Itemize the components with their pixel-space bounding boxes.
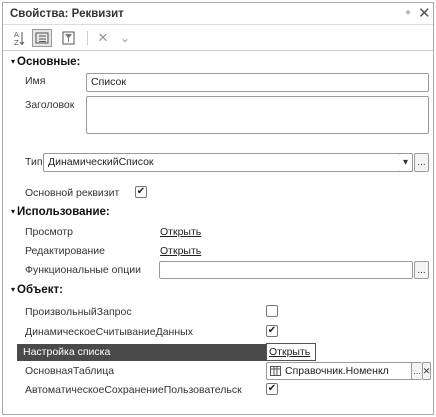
autosave-label: АвтоматическоеСохранениеПользовательск xyxy=(25,384,242,396)
pin-icon[interactable]: ● xyxy=(405,7,411,18)
group-by-category-button[interactable] xyxy=(32,29,52,47)
edit-open-link[interactable]: Открыть xyxy=(160,245,201,257)
collapse-arrow-icon: ▾ xyxy=(11,285,16,294)
custom-query-checkbox[interactable] xyxy=(266,305,278,317)
section-object-title: Объект: xyxy=(17,284,63,296)
type-value: ДинамическийСписок xyxy=(48,156,154,168)
view-label: Просмотр xyxy=(25,226,73,238)
type-select[interactable]: ДинамическийСписок xyxy=(43,153,413,172)
collapse-arrow-icon: ▾ xyxy=(11,57,16,66)
main-table-input[interactable]: Справочник.Номенкл xyxy=(266,362,413,380)
filter-button[interactable] xyxy=(59,29,79,47)
type-dropdown-button[interactable]: ▾ xyxy=(399,153,413,172)
clear-button[interactable]: ✕ xyxy=(93,29,113,47)
list-settings-row[interactable]: Настройка списка xyxy=(17,344,266,361)
list-settings-open-link[interactable]: Открыть xyxy=(266,343,316,361)
close-window-button[interactable]: ✕ xyxy=(418,4,431,22)
functional-options-label: Функциональные опции xyxy=(25,264,141,276)
filter-icon xyxy=(62,31,75,45)
name-label: Имя xyxy=(25,75,46,87)
toolbar-separator xyxy=(87,31,88,45)
custom-query-label: ПроизвольныйЗапрос xyxy=(25,306,132,318)
main-table-choose-button[interactable]: ... xyxy=(411,362,422,380)
type-choose-button[interactable]: ... xyxy=(414,153,429,172)
main-attribute-checkbox[interactable]: ✔ xyxy=(135,186,147,198)
section-main-header[interactable]: ▾ Основные: xyxy=(11,56,80,68)
collapse-arrow-icon: ▾ xyxy=(11,207,16,216)
main-table-label: ОсновнаяТаблица xyxy=(25,365,115,377)
dynamic-read-checkbox[interactable]: ✔ xyxy=(266,325,278,337)
svg-text:Z: Z xyxy=(14,39,19,46)
toolbar: А Z ✕ ⌄ xyxy=(3,25,433,51)
categories-icon xyxy=(35,32,49,44)
section-usage-title: Использование: xyxy=(17,206,110,218)
dynamic-read-label: ДинамическоеСчитываниеДанных xyxy=(25,326,193,338)
list-settings-label: Настройка списка xyxy=(23,346,111,358)
main-table-clear-button[interactable]: ✕ xyxy=(422,362,431,380)
edit-label: Редактирование xyxy=(25,245,105,257)
title-bar: Свойства: Реквизит ● ✕ xyxy=(3,3,433,25)
name-input[interactable]: Список xyxy=(86,73,429,92)
functional-options-choose-button[interactable]: ... xyxy=(414,261,429,279)
table-icon xyxy=(270,366,281,376)
main-table-value: Справочник.Номенкл xyxy=(285,365,389,377)
main-attribute-label: Основной реквизит xyxy=(25,187,120,199)
type-label: Тип xyxy=(25,156,43,168)
window-title: Свойства: Реквизит xyxy=(10,8,124,20)
more-button[interactable]: ⌄ xyxy=(115,29,135,47)
sort-az-icon: А Z xyxy=(14,31,25,46)
caption-label: Заголовок xyxy=(25,99,75,111)
svg-text:А: А xyxy=(14,31,19,39)
autosave-checkbox[interactable]: ✔ xyxy=(266,383,278,395)
caption-input[interactable] xyxy=(86,96,429,134)
view-open-link[interactable]: Открыть xyxy=(160,226,201,238)
sort-alphabetical-button[interactable]: А Z xyxy=(9,29,29,47)
section-usage-header[interactable]: ▾ Использование: xyxy=(11,206,110,218)
section-object-header[interactable]: ▾ Объект: xyxy=(11,284,63,296)
section-main-title: Основные: xyxy=(17,56,81,68)
functional-options-input[interactable] xyxy=(159,261,413,279)
properties-window: Свойства: Реквизит ● ✕ А Z ✕ ⌄ ▾ Основны… xyxy=(2,2,434,415)
